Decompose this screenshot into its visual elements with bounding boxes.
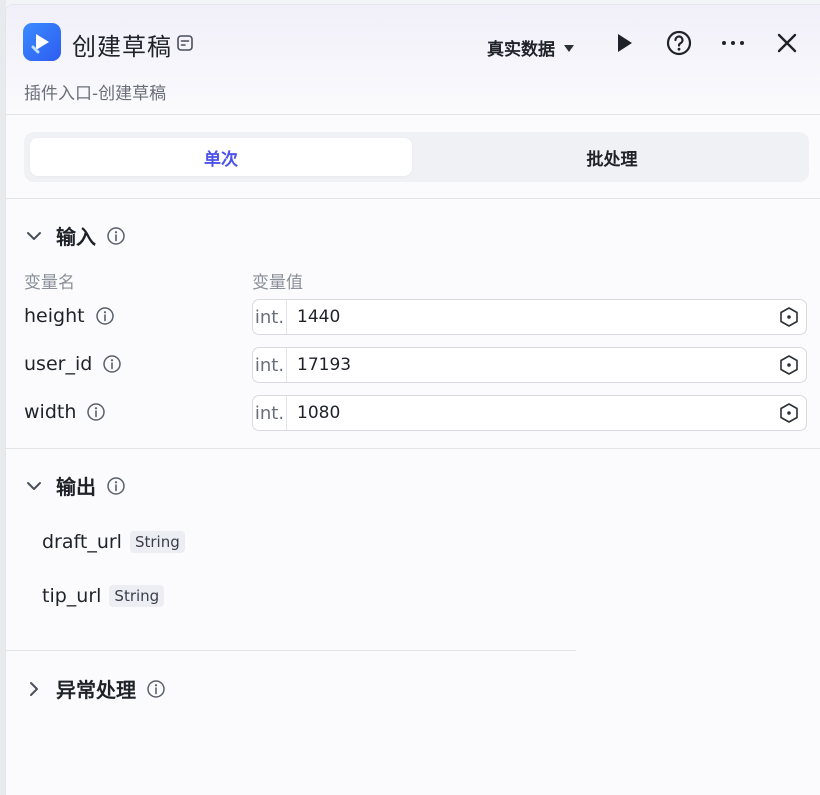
output-section-header[interactable]: 输出	[24, 471, 126, 500]
variable-input-height[interactable]: int. 1440	[252, 299, 807, 335]
info-icon[interactable]	[86, 402, 106, 422]
plugin-icon	[23, 23, 61, 61]
variable-reference-icon[interactable]	[778, 306, 800, 328]
input-section-title: 输入	[56, 225, 96, 249]
output-item-draft-url: draft_url String	[42, 531, 185, 553]
output-type-badge: String	[109, 585, 165, 607]
variable-label-height: height	[24, 305, 115, 327]
output-section-title: 输出	[56, 475, 96, 499]
output-type-badge: String	[129, 531, 185, 553]
variable-value[interactable]: 1440	[287, 307, 778, 327]
divider	[6, 198, 820, 199]
variable-label-user-id: user_id	[24, 353, 122, 375]
panel-title: 创建草稿	[72, 33, 172, 61]
variable-input-width[interactable]: int. 1080	[252, 395, 807, 431]
info-icon[interactable]	[106, 226, 126, 246]
caret-down-icon	[564, 44, 574, 52]
mode-tabs: 单次 批处理	[24, 132, 809, 182]
variable-reference-icon[interactable]	[778, 402, 800, 424]
variable-type-badge[interactable]: int.	[253, 348, 287, 382]
variable-value[interactable]: 17193	[287, 355, 778, 375]
panel-header: 创建草稿 真实数据 插件入口-创建草稿	[6, 5, 820, 115]
error-handling-section-header[interactable]: 异常处理	[24, 674, 166, 703]
output-item-tip-url: tip_url String	[42, 585, 165, 607]
variable-name: user_id	[24, 353, 93, 375]
data-source-label: 真实数据	[487, 40, 555, 60]
input-section-header[interactable]: 输入	[24, 221, 126, 250]
link-badge-icon[interactable]	[176, 34, 194, 52]
help-icon[interactable]	[665, 29, 693, 57]
info-icon[interactable]	[106, 476, 126, 496]
run-play-icon[interactable]	[610, 29, 638, 57]
divider	[6, 448, 820, 449]
output-name: tip_url	[42, 585, 102, 607]
chevron-right-icon	[30, 681, 38, 696]
column-header-value: 变量值	[252, 273, 303, 293]
more-options-icon[interactable]	[719, 29, 747, 57]
panel-subtitle: 插件入口-创建草稿	[24, 84, 167, 104]
variable-reference-icon[interactable]	[778, 354, 800, 376]
info-icon[interactable]	[102, 354, 122, 374]
info-icon[interactable]	[95, 306, 115, 326]
data-source-select[interactable]: 真实数据	[487, 35, 575, 60]
output-name: draft_url	[42, 531, 122, 553]
variable-input-user-id[interactable]: int. 17193	[252, 347, 807, 383]
divider	[6, 650, 576, 651]
info-icon[interactable]	[146, 679, 166, 699]
variable-type-badge[interactable]: int.	[253, 396, 287, 430]
variable-value[interactable]: 1080	[287, 403, 778, 423]
node-test-panel: 创建草稿 真实数据 插件入口-创建草稿 单次 批处理 输入 变量名 变量值 he…	[5, 4, 820, 795]
chevron-down-icon	[27, 231, 41, 240]
variable-type-badge[interactable]: int.	[253, 300, 287, 334]
variable-label-width: width	[24, 401, 106, 423]
variable-name: width	[24, 401, 77, 423]
chevron-down-icon	[27, 481, 41, 490]
variable-name: height	[24, 305, 85, 327]
close-icon[interactable]	[773, 29, 801, 57]
column-header-name: 变量名	[24, 273, 75, 293]
error-handling-section-title: 异常处理	[56, 678, 136, 702]
tab-batch-run[interactable]: 批处理	[421, 138, 803, 176]
tab-single-run[interactable]: 单次	[30, 138, 412, 176]
